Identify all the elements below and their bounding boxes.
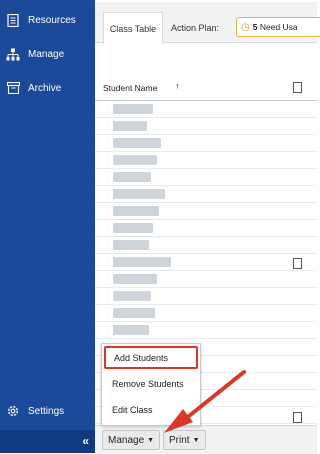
add-students-menu-item[interactable]: Add Students bbox=[104, 346, 198, 369]
document-icon bbox=[6, 13, 20, 27]
sidebar: Resources Manage Archive Settings « bbox=[0, 0, 95, 453]
sidebar-item-label: Resources bbox=[28, 14, 76, 26]
sidebar-item-archive[interactable]: Archive bbox=[0, 76, 95, 100]
collapse-sidebar-button[interactable]: « bbox=[0, 430, 95, 453]
table-row[interactable] bbox=[95, 254, 317, 271]
table-row[interactable] bbox=[95, 220, 317, 237]
document-icon[interactable] bbox=[293, 258, 302, 269]
tab-bar: Class Table Action Plan: ◷ 5 Need Usa bbox=[95, 2, 320, 44]
table-header: Student Name ↑ bbox=[95, 76, 317, 101]
table-row[interactable] bbox=[95, 237, 317, 254]
table-row[interactable] bbox=[95, 203, 317, 220]
sidebar-item-manage[interactable]: Manage bbox=[0, 42, 95, 66]
caret-down-icon: ▼ bbox=[192, 436, 200, 444]
menu-item-label: Add Students bbox=[114, 352, 169, 363]
print-button-label: Print bbox=[169, 434, 190, 446]
org-chart-icon bbox=[6, 47, 20, 61]
remove-students-menu-item[interactable]: Remove Students bbox=[104, 372, 198, 395]
column-label: Student Name bbox=[103, 83, 158, 93]
table-row[interactable] bbox=[95, 135, 317, 152]
action-text: Need Usa bbox=[259, 22, 298, 32]
action-count: 5 bbox=[252, 22, 258, 32]
tab-label: Action Plan: bbox=[171, 22, 220, 33]
table-row[interactable] bbox=[95, 322, 317, 339]
print-button[interactable]: Print ▼ bbox=[163, 430, 206, 450]
table-row[interactable] bbox=[95, 288, 317, 305]
table-row[interactable] bbox=[95, 118, 317, 135]
bottom-toolbar: Manage ▼ Print ▼ bbox=[95, 425, 317, 454]
action-plan-badge[interactable]: ◷ 5 Need Usa bbox=[236, 17, 320, 37]
table-row[interactable] bbox=[95, 152, 317, 169]
clock-icon: ◷ bbox=[241, 21, 250, 33]
double-chevron-left-icon: « bbox=[82, 434, 89, 448]
document-icon[interactable] bbox=[293, 82, 302, 93]
tab-action-plan[interactable]: Action Plan: bbox=[171, 12, 219, 43]
document-icon[interactable] bbox=[293, 412, 302, 423]
sidebar-item-label: Settings bbox=[28, 405, 65, 417]
sort-arrow-icon[interactable]: ↑ bbox=[175, 81, 180, 91]
menu-item-label: Edit Class bbox=[112, 404, 153, 415]
tab-class-table[interactable]: Class Table bbox=[103, 12, 163, 44]
table-row[interactable] bbox=[95, 101, 317, 118]
table-row[interactable] bbox=[95, 305, 317, 322]
sidebar-item-resources[interactable]: Resources bbox=[0, 8, 95, 32]
sidebar-item-settings[interactable]: Settings bbox=[0, 399, 95, 423]
sidebar-item-label: Manage bbox=[28, 48, 65, 60]
manage-menu: Add Students Remove Students Edit Class bbox=[101, 343, 201, 426]
manage-button[interactable]: Manage ▼ bbox=[102, 430, 161, 450]
menu-item-label: Remove Students bbox=[112, 378, 184, 389]
table-row[interactable] bbox=[95, 271, 317, 288]
table-row[interactable] bbox=[95, 169, 317, 186]
archive-box-icon bbox=[6, 81, 20, 95]
sidebar-item-label: Archive bbox=[28, 82, 62, 94]
manage-button-label: Manage bbox=[108, 434, 145, 446]
caret-down-icon: ▼ bbox=[147, 436, 155, 444]
gear-icon bbox=[6, 404, 20, 418]
column-header-student-name[interactable]: Student Name bbox=[103, 83, 157, 93]
table-row[interactable] bbox=[95, 186, 317, 203]
tab-label: Class Table bbox=[109, 23, 157, 34]
edit-class-menu-item[interactable]: Edit Class bbox=[104, 398, 198, 421]
